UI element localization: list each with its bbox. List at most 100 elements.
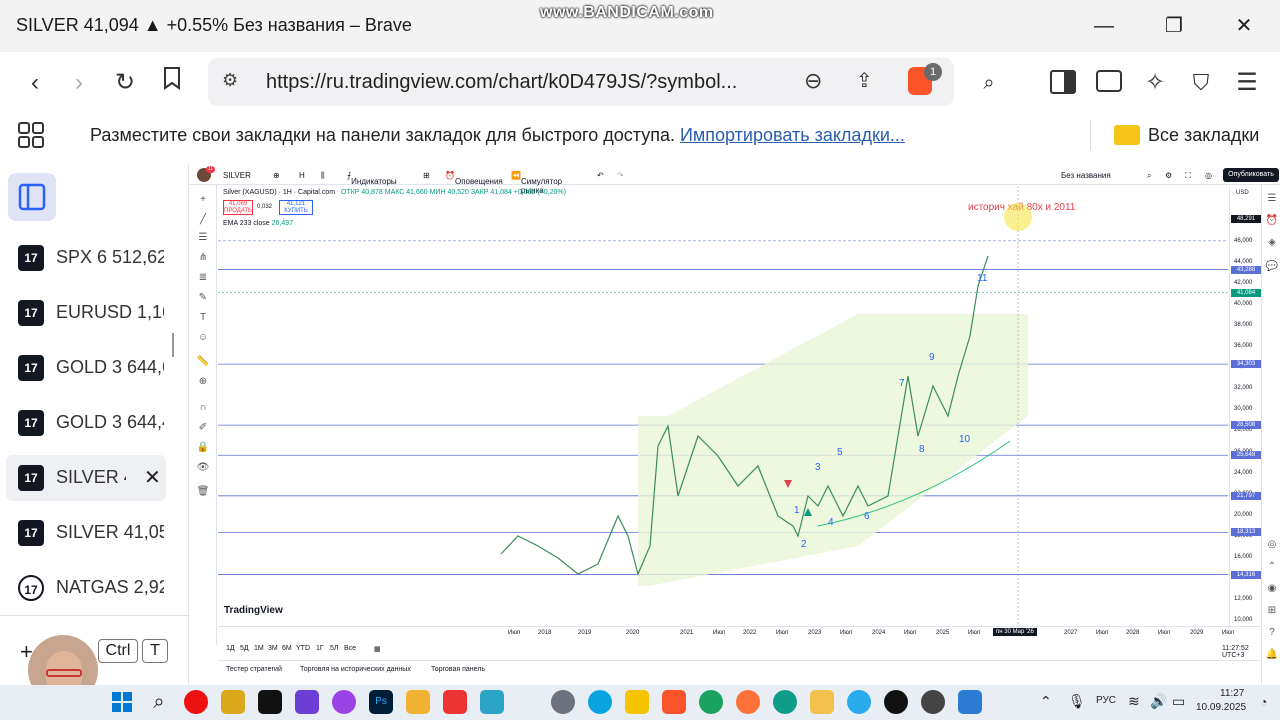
sidebar-resizer[interactable] (172, 333, 174, 357)
watchlist-item[interactable]: 17 SILVER 41,05 (6, 510, 166, 556)
media-app-icon[interactable] (295, 690, 319, 714)
photoshop-icon[interactable]: Ps (369, 690, 393, 714)
all-bookmarks-button[interactable]: Все закладки (1148, 125, 1259, 146)
layout-name-button[interactable]: Без названия (1061, 171, 1111, 180)
zoom-in-icon[interactable]: ⊕ (196, 375, 210, 389)
close-tab-icon[interactable]: ✕ (144, 465, 161, 490)
alerts-icon[interactable]: ⏰ (1265, 215, 1279, 229)
language-indicator[interactable]: РУС (1096, 695, 1116, 706)
timeframe-button[interactable]: 1Г (316, 645, 324, 652)
symbol-search[interactable]: SILVER (223, 171, 251, 180)
crosshair-icon[interactable]: + (196, 193, 210, 207)
redo-icon[interactable]: ↷ (617, 171, 624, 180)
buy-button[interactable]: 41,121 КУПИТЬ (279, 200, 313, 215)
tab-search-icon[interactable]: ⌕ (972, 66, 1006, 100)
clock-date[interactable]: 10.09.2025 (1196, 702, 1246, 713)
timeframe-button[interactable]: 1Д (226, 645, 235, 652)
time-axis[interactable]: Июл 2018 2019 2020 2021 Июл 2022 Июл 2023 Июл 2024… (218, 626, 1261, 640)
lock-icon[interactable]: 🔒 (196, 441, 210, 455)
price-axis[interactable]: USD 46,000 44,000 42,000 40,000 38,000 36,000… (1229, 186, 1261, 626)
layouts-icon[interactable]: ⊞ (423, 171, 430, 180)
watchlist-item[interactable]: 17 GOLD 3 644,4 (6, 400, 166, 446)
timeframe-button[interactable]: 5Д (240, 645, 249, 652)
menu-icon[interactable]: ☰ (1230, 66, 1264, 100)
app-icon[interactable] (406, 690, 430, 714)
app-icon[interactable] (921, 690, 945, 714)
currency-label[interactable]: USD (1236, 190, 1249, 196)
apps-grid-icon[interactable]: ⊞ (1265, 605, 1279, 619)
trendline-icon[interactable]: ╱ (196, 213, 210, 227)
chevron-up-icon[interactable]: ⌃ (1040, 693, 1052, 710)
app-icon[interactable] (221, 690, 245, 714)
address-bar[interactable]: ⚙ https://ru.tradingview.com/chart/k0D47… (208, 58, 954, 106)
app-icon[interactable] (480, 690, 504, 714)
replay-button[interactable]: ⏪ Симулятор рынка (511, 171, 562, 195)
watchlist-icon[interactable]: ☰ (1265, 193, 1279, 207)
capcut-icon[interactable] (258, 690, 282, 714)
opera-icon[interactable] (184, 690, 208, 714)
magnet-icon[interactable]: ∩ (196, 401, 210, 415)
watchlist-item[interactable]: 17 EURUSD 1,16 (6, 290, 166, 336)
tab-strategy-tester[interactable]: Тестер стратегий (226, 666, 282, 673)
stay-drawing-icon[interactable]: ✐ (196, 421, 210, 435)
wallet-icon[interactable] (1096, 70, 1122, 92)
edge-icon[interactable] (588, 690, 612, 714)
timeframe-button[interactable]: 5Л (330, 645, 339, 652)
tab-trading-panel[interactable]: Торговая панель (431, 666, 485, 673)
watchlist-item[interactable]: 17 SPX 6 512,62 (6, 235, 166, 281)
timeframe-button[interactable]: 1М (254, 645, 264, 652)
search-icon[interactable]: ⌕ (1147, 171, 1151, 181)
reload-icon[interactable]: ↻ (108, 66, 142, 100)
minimize-button[interactable]: — (1084, 10, 1124, 42)
indicators-button[interactable]: ⨍ Индикаторы (347, 171, 397, 186)
record-icon[interactable] (884, 690, 908, 714)
microphone-icon[interactable]: 🎙 (1068, 693, 1086, 710)
pitchfork-icon[interactable]: ⋔ (196, 251, 210, 265)
bookmark-icon[interactable] (155, 66, 189, 100)
clock-time[interactable]: 11:27 (1220, 688, 1244, 699)
back-icon[interactable]: ‹ (18, 66, 52, 100)
brave-icon[interactable] (662, 690, 686, 714)
fib-icon[interactable]: ≣ (196, 271, 210, 285)
volume-icon[interactable]: 🔊 (1150, 693, 1167, 710)
emoji-icon[interactable]: ☺ (196, 331, 210, 345)
timeframe-button[interactable]: Все (344, 645, 356, 652)
signal-icon[interactable]: ⌃ (1265, 561, 1279, 575)
timeframe-button[interactable]: 3М (268, 645, 278, 652)
vivaldi-icon[interactable] (443, 690, 467, 714)
utc-clock[interactable]: 11:27:52 UTC+3 (1222, 645, 1261, 659)
app-icon[interactable] (625, 690, 649, 714)
sidebar-toggle-icon[interactable] (1050, 70, 1076, 94)
vpn-icon[interactable]: ⛉ (1184, 66, 1218, 100)
timeframe-button[interactable]: 6М (282, 645, 292, 652)
telegram-icon[interactable] (847, 690, 871, 714)
battery-icon[interactable]: ▭ (1172, 693, 1185, 710)
settings-gear-icon[interactable] (551, 690, 575, 714)
search-icon[interactable]: ⌕ (147, 690, 171, 714)
screenshot-icon[interactable]: ◎ (1205, 171, 1212, 180)
notes-icon[interactable] (958, 690, 982, 714)
app-icon[interactable] (773, 690, 797, 714)
sidebar-panel-icon[interactable] (8, 173, 56, 221)
watchlist-item-active[interactable]: 17 SILVER 4 ✕ (6, 455, 166, 501)
import-bookmarks-link[interactable]: Импортировать закладки... (680, 125, 905, 145)
zoom-icon[interactable]: ⊖ (804, 68, 822, 94)
interval-button[interactable]: Н (299, 171, 305, 180)
broadcast-icon[interactable]: ◉ (1265, 583, 1279, 597)
wifi-icon[interactable]: ≋ (1128, 693, 1140, 710)
chat-icon[interactable]: 💬 (1265, 261, 1279, 275)
app-icon[interactable] (332, 690, 356, 714)
calendar-icon[interactable]: ▦ (374, 645, 381, 653)
fullscreen-icon[interactable]: ⛶ (1185, 171, 1191, 181)
price-chart[interactable]: историч хай 80х и 20111234567891011Tradi… (218, 186, 1228, 626)
file-explorer-icon[interactable] (810, 690, 834, 714)
text-icon[interactable]: T (196, 311, 210, 325)
notification-center-icon[interactable]: ◔ (1260, 695, 1267, 709)
alerts-button[interactable]: ⏰ Оповещения (445, 171, 503, 186)
share-icon[interactable]: ⇪ (856, 68, 873, 93)
watchlist-item[interactable]: 17 GOLD 3 644,6 (6, 345, 166, 391)
ruler-icon[interactable]: 📏 (196, 355, 210, 369)
close-button[interactable]: ✕ (1224, 10, 1264, 42)
add-symbol-icon[interactable]: ⊕ (273, 171, 280, 180)
timeframe-button[interactable]: YTD (296, 645, 310, 652)
